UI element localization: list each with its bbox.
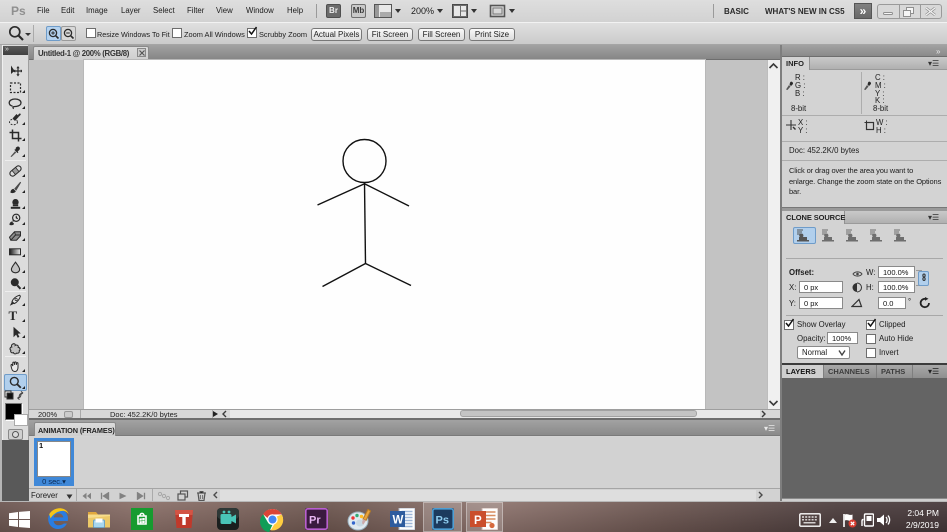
svg-text:Ps: Ps <box>436 515 449 527</box>
svg-text:P: P <box>474 515 482 527</box>
svg-text:Pr: Pr <box>309 515 321 527</box>
svg-text:W: W <box>393 515 404 527</box>
